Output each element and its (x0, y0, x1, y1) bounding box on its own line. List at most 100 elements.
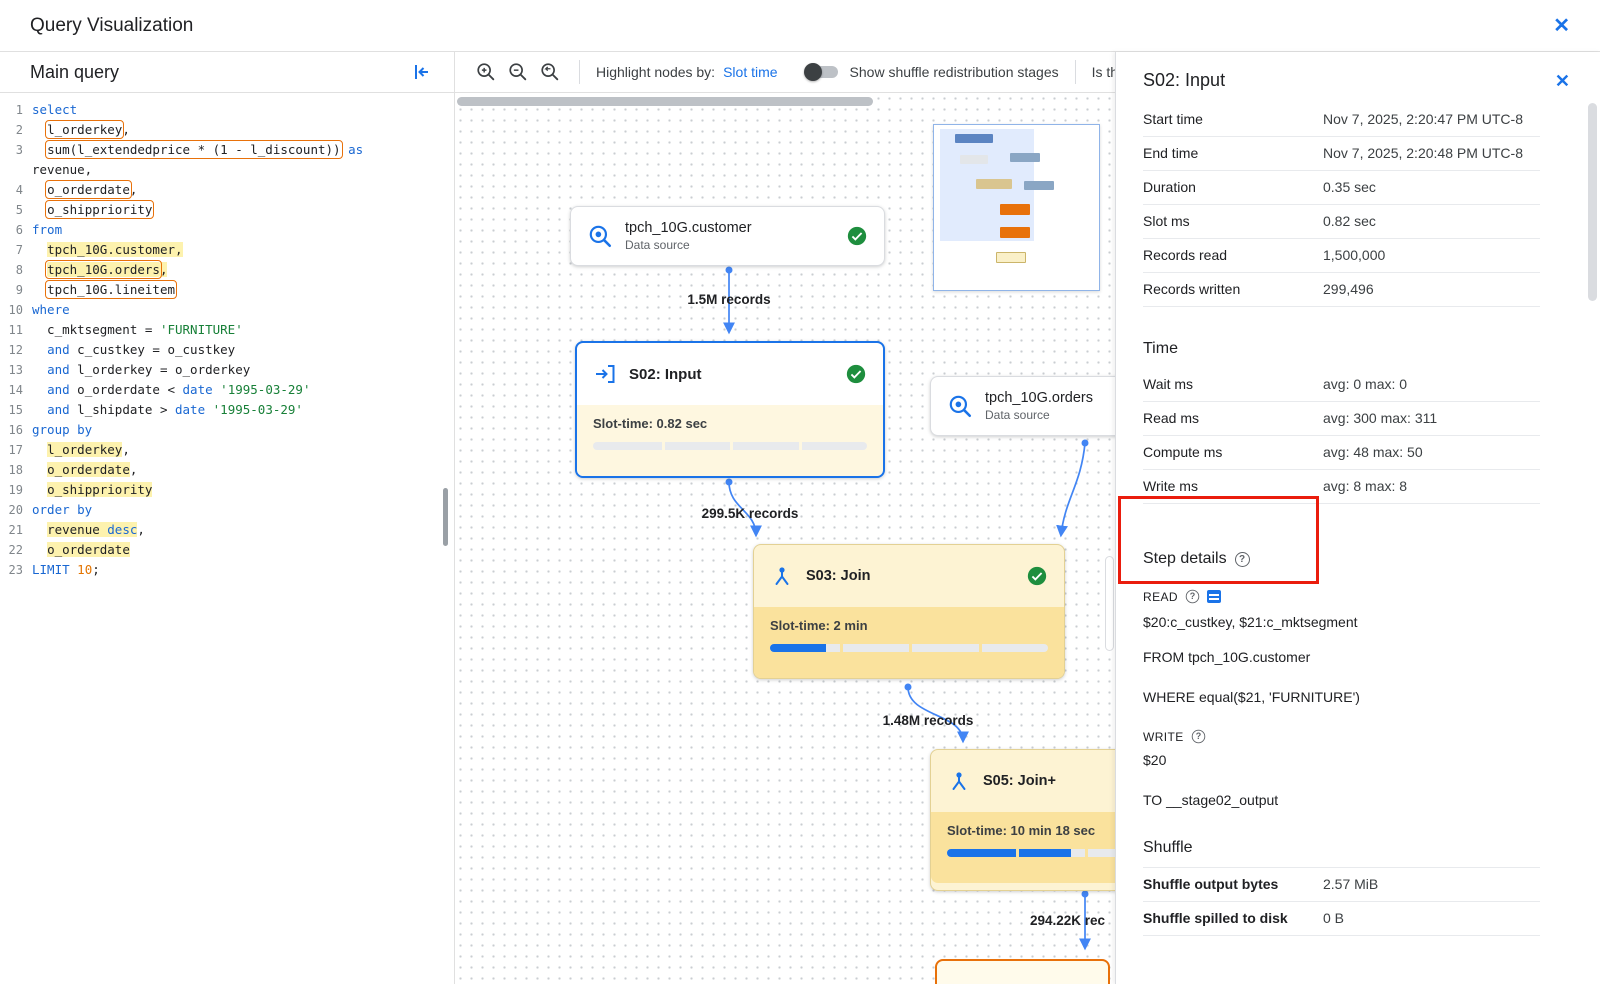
detail-value: avg: 8 max: 8 (1323, 476, 1528, 496)
line-number: 2 (5, 120, 23, 140)
close-visualization-icon[interactable] (1553, 16, 1570, 36)
canvas-horizontal-scrollbar[interactable] (457, 97, 873, 106)
data-source-icon (947, 393, 973, 419)
shuffle-toggle-label: Show shuffle redistribution stages (850, 64, 1059, 80)
detail-row: Wait msavg: 0 max: 0 (1143, 368, 1540, 402)
detail-label: Records written (1143, 279, 1323, 299)
graph-toolbar: Highlight nodes by: Slot time Show shuff… (455, 52, 1115, 93)
highlight-mode-select[interactable]: Slot time (723, 64, 777, 80)
edge-record-count: 1.5M records (654, 292, 804, 307)
code-line: 17 l_orderkey, (5, 440, 454, 460)
node-title: S05: Join+ (983, 773, 1056, 789)
code-line: 18 o_orderdate, (5, 460, 454, 480)
stage-details-panel: S02: Input Start timeNov 7, 2025, 2:20:4… (1115, 52, 1600, 984)
node-subtitle: Data source (625, 238, 752, 252)
minimap-node (960, 155, 988, 164)
code-line: 7 tpch_10G.customer, (5, 240, 454, 260)
code-line: 22 o_orderdate (5, 540, 454, 560)
node-next-stage-clipped[interactable] (935, 959, 1110, 984)
slot-time-label: Slot-time: 2 min (770, 618, 1048, 633)
page-title: Query Visualization (30, 15, 193, 37)
line-number: 8 (5, 260, 23, 280)
code-line: 10where (5, 300, 454, 320)
line-number: 20 (5, 500, 23, 520)
detail-label: Compute ms (1143, 442, 1323, 462)
line-number: 4 (5, 180, 23, 200)
data-source-icon (587, 223, 613, 249)
code-line: 23LIMIT 10; (5, 560, 454, 580)
close-details-icon[interactable] (1555, 72, 1570, 90)
detail-row: Shuffle output bytes2.57 MiB (1143, 867, 1540, 902)
read-columns-icon (1207, 590, 1221, 603)
query-panel-scrollbar[interactable] (443, 488, 448, 546)
help-icon[interactable] (1186, 590, 1200, 604)
collapse-panel-icon[interactable] (412, 62, 432, 82)
line-number: 9 (5, 280, 23, 300)
detail-value: 0 B (1323, 908, 1528, 928)
write-columns: $20 (1143, 752, 1540, 768)
node-tpch-customer[interactable]: tpch_10G.customer Data source (570, 206, 885, 266)
node-s03-join[interactable]: S03: Join Slot-time: 2 min (753, 544, 1065, 679)
line-number: 17 (5, 440, 23, 460)
code-line: 14 and o_orderdate < date '1995-03-29' (5, 380, 454, 400)
code-line: 12 and c_custkey = o_custkey (5, 340, 454, 360)
line-number: 5 (5, 200, 23, 220)
detail-label: Shuffle output bytes (1143, 874, 1323, 894)
check-circle-icon (846, 225, 868, 247)
line-number: 11 (5, 320, 23, 340)
minimap-node (1000, 204, 1030, 215)
detail-value: avg: 300 max: 311 (1323, 408, 1528, 428)
where-clause: WHERE equal($21, 'FURNITURE') (1143, 689, 1540, 705)
node-title: S03: Join (806, 568, 870, 584)
node-tpch-orders[interactable]: tpch_10G.orders Data source (930, 376, 1115, 436)
code-line: 4 o_orderdate, (5, 180, 454, 200)
detail-value: avg: 48 max: 50 (1323, 442, 1528, 462)
toolbar-separator (579, 60, 580, 84)
help-icon[interactable] (1191, 730, 1205, 744)
s03-progress (770, 644, 1048, 652)
dag-canvas[interactable]: tpch_10G.customer Data source (455, 93, 1115, 984)
shuffle-section: Shuffle Shuffle output bytes2.57 MiBShuf… (1143, 839, 1540, 936)
zoom-in-icon[interactable] (475, 61, 497, 83)
sql-code-block[interactable]: 1select2 l_orderkey,3 sum(l_extendedpric… (0, 93, 454, 580)
detail-row: Records read1,500,000 (1143, 239, 1540, 273)
s02-progress (593, 442, 867, 450)
panel-resize-handle[interactable] (1105, 556, 1114, 651)
detail-label: Shuffle spilled to disk (1143, 908, 1323, 928)
shuffle-stages-toggle[interactable] (804, 62, 840, 82)
detail-value: Nov 7, 2025, 2:20:48 PM UTC-8 (1323, 143, 1528, 163)
detail-row: Start timeNov 7, 2025, 2:20:47 PM UTC-8 (1143, 103, 1540, 137)
details-panel-scrollbar[interactable] (1588, 103, 1597, 301)
code-line: 15 and l_shipdate > date '1995-03-29' (5, 400, 454, 420)
code-line: 3 sum(l_extendedprice * (1 - l_discount)… (5, 140, 454, 160)
details-title: S02: Input (1143, 70, 1225, 91)
detail-label: Start time (1143, 109, 1323, 129)
detail-row: Slot ms0.82 sec (1143, 205, 1540, 239)
line-number: 1 (5, 100, 23, 120)
detail-label: Read ms (1143, 408, 1323, 428)
help-icon[interactable] (1235, 552, 1250, 567)
step-details-section: Step details READ $20:c_custkey, $21:c_m… (1143, 550, 1540, 808)
node-s02-input[interactable]: S02: Input Slot-time: 0.82 sec (575, 341, 885, 478)
detail-value: 0.35 sec (1323, 177, 1528, 197)
edge-record-count: 294.22K rec (1030, 913, 1115, 928)
zoom-out-icon[interactable] (507, 61, 529, 83)
node-s05-join[interactable]: S05: Join+ Slot-time: 10 min 18 sec (930, 749, 1115, 891)
time-section: Time Wait msavg: 0 max: 0Read msavg: 300… (1143, 340, 1540, 504)
detail-label: Wait ms (1143, 374, 1323, 394)
edge-record-count: 299.5K records (690, 506, 810, 521)
minimap[interactable] (933, 124, 1100, 291)
slot-time-label: Slot-time: 0.82 sec (593, 416, 867, 431)
line-number: 14 (5, 380, 23, 400)
detail-value: Nov 7, 2025, 2:20:47 PM UTC-8 (1323, 109, 1528, 129)
detail-value: 299,496 (1323, 279, 1528, 299)
zoom-reset-icon[interactable] (539, 61, 561, 83)
shuffle-section-title: Shuffle (1143, 839, 1540, 857)
write-label: WRITE (1143, 730, 1184, 744)
check-circle-icon (845, 363, 867, 385)
input-stage-icon (593, 362, 617, 386)
code-line: 20order by (5, 500, 454, 520)
minimap-content (934, 125, 1099, 290)
join-stage-icon (770, 564, 794, 588)
line-number: 7 (5, 240, 23, 260)
